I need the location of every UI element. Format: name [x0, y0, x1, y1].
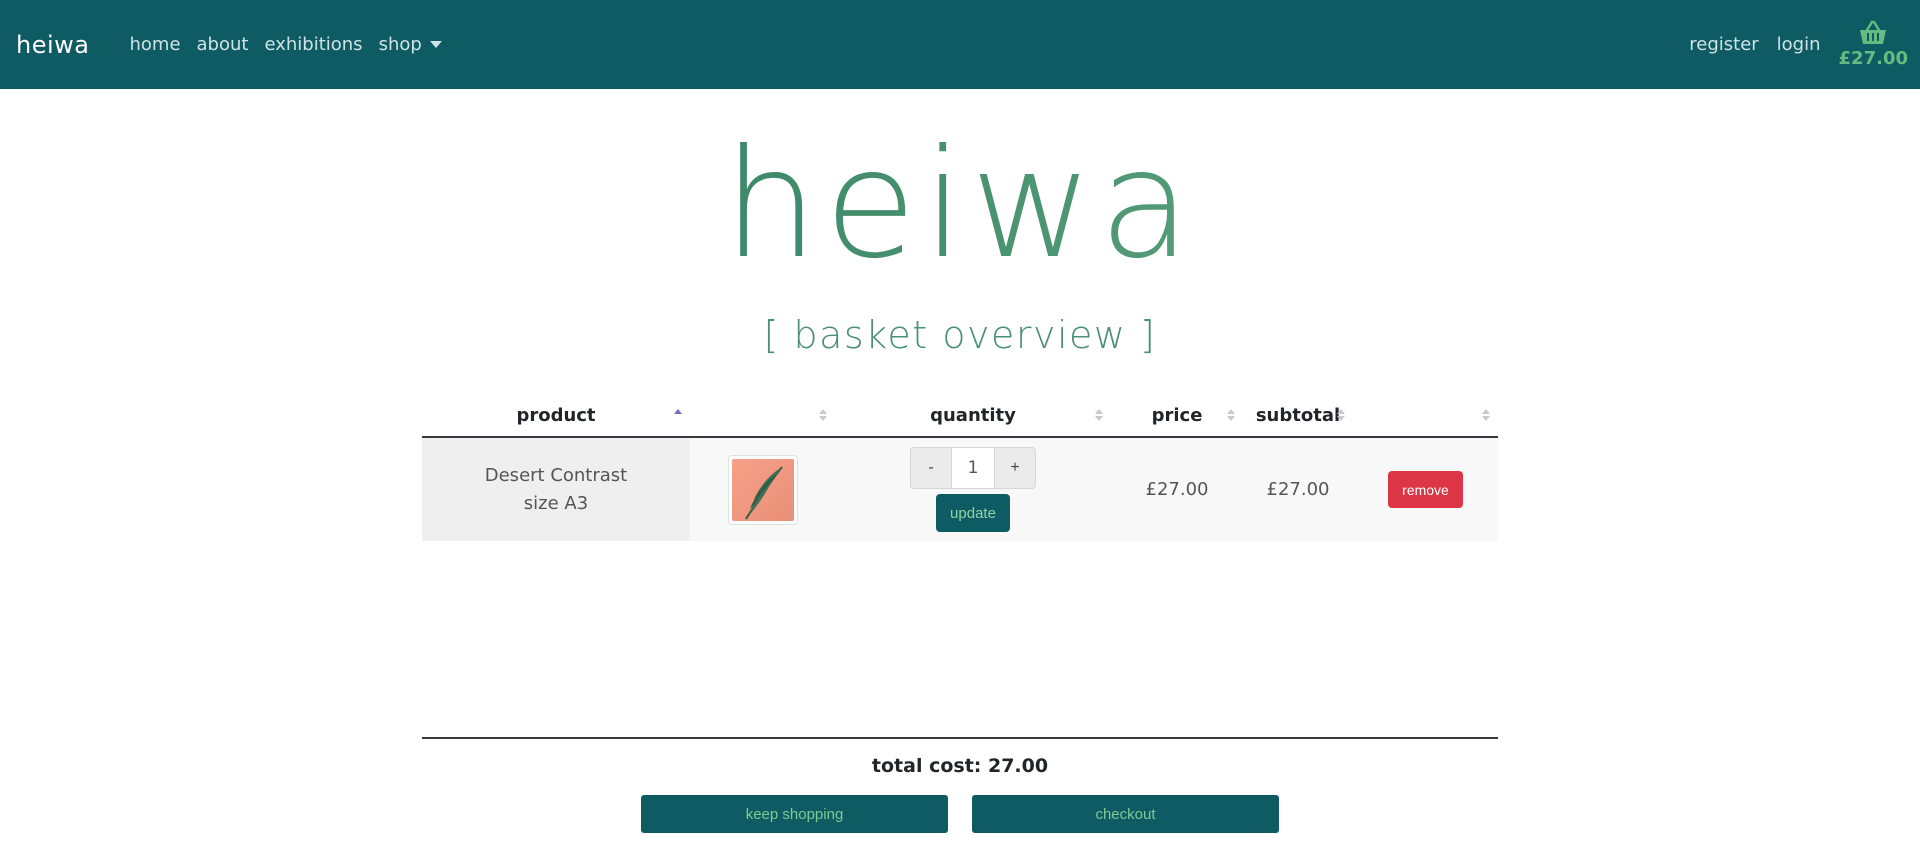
- header-label: product: [516, 405, 596, 426]
- price-cell: £27.00: [1111, 437, 1243, 541]
- decrease-quantity-button[interactable]: -: [911, 448, 951, 488]
- leaf-illustration: [744, 465, 783, 520]
- product-cell: Desert Contrast size A3: [422, 437, 690, 541]
- checkout-button[interactable]: checkout: [972, 795, 1279, 833]
- nav-shop-label: shop: [378, 34, 422, 55]
- page-subtitle: [ basket overview ]: [763, 313, 1157, 357]
- basket-table: product quantity price subtotal Desert C…: [422, 395, 1498, 541]
- header-subtotal[interactable]: subtotal: [1243, 395, 1353, 438]
- divider: [422, 737, 1498, 739]
- table-header-row: product quantity price subtotal: [422, 395, 1498, 438]
- nav-login-link[interactable]: login: [1777, 34, 1821, 55]
- nav-shop-dropdown[interactable]: shop: [379, 34, 442, 55]
- sort-icon: [1482, 409, 1490, 423]
- product-thumbnail[interactable]: [727, 454, 798, 525]
- sort-icon: [1095, 409, 1103, 423]
- increase-quantity-button[interactable]: +: [995, 448, 1035, 488]
- header-label: subtotal: [1255, 405, 1341, 426]
- remove-button[interactable]: remove: [1388, 471, 1463, 508]
- caret-down-icon: [429, 41, 442, 48]
- brand-logo[interactable]: heiwa: [16, 31, 89, 59]
- total-cost: total cost: 27.00: [871, 755, 1049, 777]
- quantity-stepper: - 1 +: [910, 447, 1036, 489]
- header-image[interactable]: [690, 395, 835, 438]
- basket-table-wrapper: product quantity price subtotal Desert C…: [422, 395, 1498, 541]
- keep-shopping-button[interactable]: keep shopping: [641, 795, 948, 833]
- nav-exhibitions-link[interactable]: exhibitions: [264, 34, 362, 55]
- sort-icon: [674, 409, 682, 423]
- header-quantity[interactable]: quantity: [835, 395, 1111, 438]
- product-name: Desert Contrast: [484, 464, 628, 486]
- product-image-cell: [690, 437, 835, 541]
- quantity-cell: - 1 + update: [835, 437, 1111, 541]
- sort-icon: [1337, 409, 1345, 423]
- nav-right: register login £27.00: [1689, 20, 1908, 69]
- basket-icon: [1860, 20, 1887, 44]
- nav-register-link[interactable]: register: [1689, 34, 1758, 55]
- nav-links: home about exhibitions shop: [129, 34, 442, 55]
- sort-icon: [819, 409, 827, 423]
- update-button[interactable]: update: [936, 494, 1010, 532]
- basket-actions: keep shopping checkout: [0, 795, 1920, 833]
- nav-about-link[interactable]: about: [197, 34, 249, 55]
- product-size: size A3: [523, 492, 589, 514]
- navbar: heiwa home about exhibitions shop regist…: [0, 0, 1920, 89]
- header-price[interactable]: price: [1111, 395, 1243, 438]
- sort-icon: [1227, 409, 1235, 423]
- header-product[interactable]: product: [422, 395, 690, 438]
- quantity-input[interactable]: 1: [951, 448, 995, 488]
- subtotal-cell: £27.00: [1243, 437, 1353, 541]
- table-row: Desert Contrast size A3 - 1 + update £27…: [422, 437, 1498, 541]
- palm-leaf-image: [731, 458, 794, 521]
- hero-title: heiwa: [0, 130, 1920, 280]
- header-actions[interactable]: [1353, 395, 1498, 438]
- header-label: quantity: [930, 405, 1016, 426]
- basket-link[interactable]: £27.00: [1839, 20, 1908, 69]
- header-label: price: [1151, 405, 1203, 426]
- remove-cell: remove: [1353, 437, 1498, 541]
- nav-home-link[interactable]: home: [129, 34, 180, 55]
- basket-total: £27.00: [1838, 48, 1908, 69]
